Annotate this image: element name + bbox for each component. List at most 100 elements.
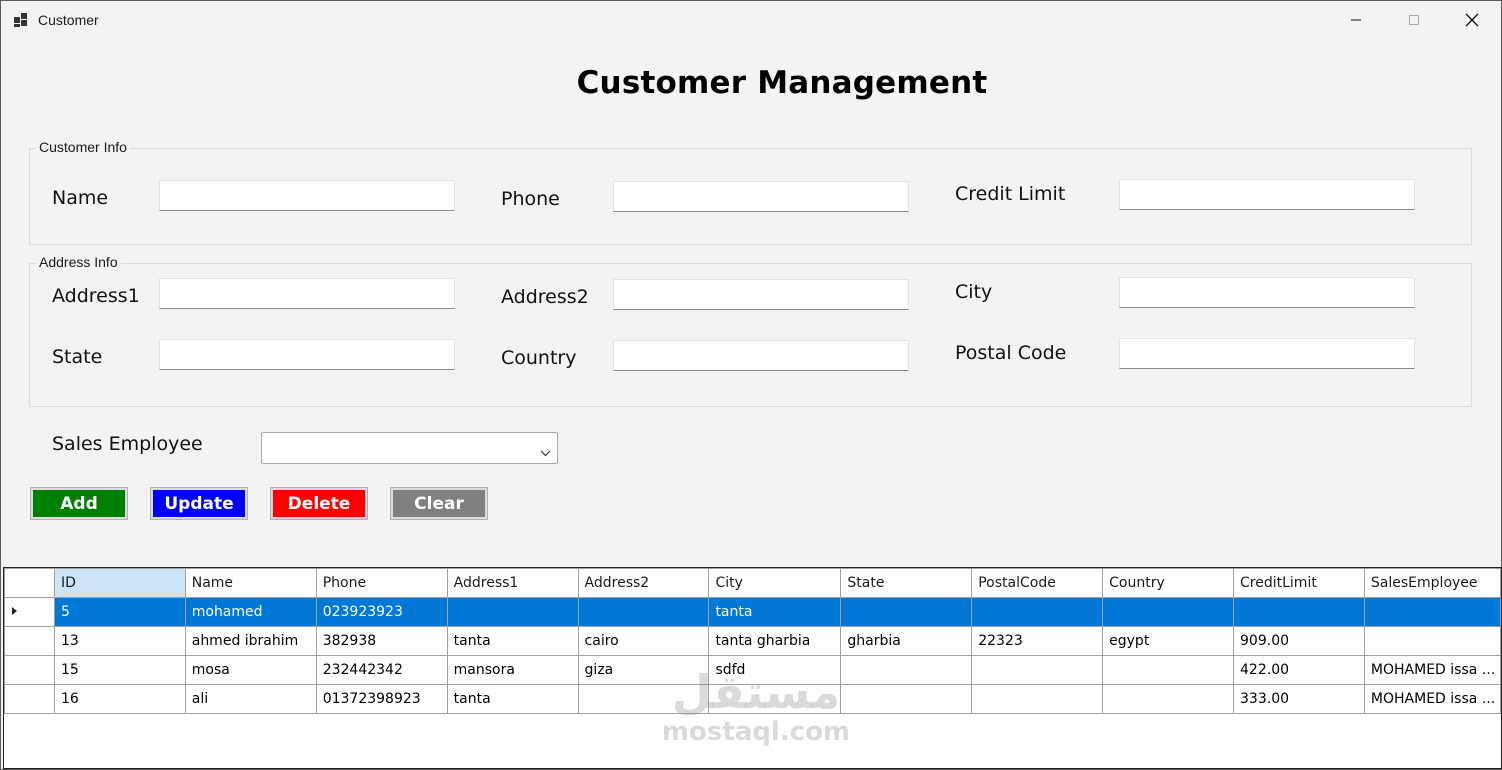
table-cell[interactable]: mansora [446,655,579,685]
table-cell[interactable] [1102,655,1235,685]
name-label: Name [52,187,109,209]
credit-limit-input[interactable] [1119,179,1415,210]
address1-input[interactable] [159,278,455,309]
address2-label: Address2 [501,286,589,308]
close-icon [1465,13,1479,27]
row-header[interactable] [4,655,55,685]
table-cell[interactable]: tanta gharbia [708,626,842,656]
table-cell[interactable]: ahmed ibrahim [184,626,317,656]
column-header[interactable]: Address2 [577,568,710,598]
close-button[interactable] [1443,1,1501,39]
row-header[interactable] [4,684,55,714]
table-cell[interactable] [971,597,1104,627]
table-cell[interactable] [971,684,1104,714]
table-cell[interactable]: tanta [446,626,579,656]
table-cell[interactable]: ali [184,684,317,714]
column-header[interactable]: City [708,568,842,598]
address-info-legend: Address Info [36,254,121,270]
minimize-icon [1351,19,1361,21]
table-cell[interactable] [1102,684,1235,714]
window-title: Customer [38,12,99,28]
table-row[interactable]: 16 ali 01372398923 tanta 333.00 MOHAMED issa … [4,684,1501,714]
table-cell[interactable]: 13 [53,626,186,656]
table-cell[interactable]: 422.00 [1233,655,1365,685]
credit-limit-label: Credit Limit [955,183,1066,205]
customer-window: Customer Customer Management Customer In… [0,0,1502,770]
chevron-down-icon[interactable] [540,444,551,462]
table-row[interactable]: 5 mohamed 023923923 tanta [4,597,1501,627]
table-cell[interactable]: tanta [446,684,579,714]
address2-input[interactable] [613,279,909,310]
column-header[interactable]: PostalCode [971,568,1104,598]
table-cell[interactable]: MOHAMED issa ... [1363,684,1501,714]
state-label: State [52,346,103,368]
table-cell[interactable]: 5 [53,597,186,627]
table-cell[interactable]: gharbia [840,626,973,656]
table-cell[interactable]: mosa [184,655,317,685]
table-cell[interactable] [840,655,973,685]
table-cell[interactable]: sdfd [708,655,842,685]
table-cell[interactable]: cairo [577,626,710,656]
column-header[interactable]: Name [184,568,317,598]
sales-employee-label: Sales Employee [52,433,203,455]
city-input[interactable] [1119,277,1415,308]
page-title: Customer Management [576,65,988,101]
clear-button[interactable]: Clear [390,487,488,520]
phone-input[interactable] [613,181,909,212]
customers-grid[interactable]: ID Name Phone Address1 Address2 City State Post… [3,567,1502,769]
sales-employee-select[interactable] [261,432,558,464]
postal-code-label: Postal Code [955,342,1067,364]
table-cell[interactable]: giza [577,655,710,685]
address1-label: Address1 [52,285,140,307]
delete-button[interactable]: Delete [270,487,368,520]
table-cell[interactable] [577,597,710,627]
column-header[interactable]: ID [53,568,186,598]
table-cell[interactable] [446,597,579,627]
table-cell[interactable]: 023923923 [315,597,448,627]
table-cell[interactable]: egypt [1102,626,1235,656]
table-cell[interactable]: 232442342 [315,655,448,685]
table-cell[interactable]: tanta [708,597,842,627]
table-cell[interactable]: 16 [53,684,186,714]
table-cell[interactable]: 382938 [315,626,448,656]
title-bar[interactable]: Customer [1,1,1501,39]
table-cell[interactable] [840,597,973,627]
table-cell[interactable] [1233,597,1365,627]
table-cell[interactable]: 01372398923 [315,684,448,714]
column-header[interactable]: Country [1102,568,1235,598]
country-label: Country [501,347,577,369]
postal-code-input[interactable] [1119,338,1415,369]
minimize-button[interactable] [1327,1,1385,39]
table-cell[interactable]: 909.00 [1233,626,1365,656]
row-header[interactable] [4,626,55,656]
maximize-icon [1409,15,1419,25]
table-cell[interactable] [577,684,710,714]
table-cell[interactable]: 333.00 [1233,684,1365,714]
table-cell[interactable] [840,684,973,714]
name-input[interactable] [159,180,455,211]
table-cell[interactable] [1363,597,1501,627]
column-header[interactable]: CreditLimit [1233,568,1365,598]
table-row[interactable]: 13 ahmed ibrahim 382938 tanta cairo tanta gha… [4,626,1501,656]
update-button[interactable]: Update [150,487,248,520]
column-header[interactable]: SalesEmployee [1363,568,1501,598]
table-cell[interactable] [1102,597,1235,627]
table-cell[interactable]: MOHAMED issa ... [1363,655,1501,685]
column-header[interactable]: State [840,568,973,598]
add-button[interactable]: Add [30,487,128,520]
column-header[interactable]: Address1 [446,568,579,598]
table-cell[interactable]: mohamed [184,597,317,627]
table-cell[interactable] [708,684,842,714]
country-input[interactable] [613,340,909,371]
table-cell[interactable]: 22323 [971,626,1104,656]
grid-corner-header[interactable] [4,568,55,598]
table-cell[interactable] [971,655,1104,685]
table-cell[interactable]: 15 [53,655,186,685]
row-header[interactable] [4,597,55,627]
table-cell[interactable] [1363,626,1501,656]
customer-info-legend: Customer Info [36,139,130,155]
table-row[interactable]: 15 mosa 232442342 mansora giza sdfd 422.00 MOHA… [4,655,1501,685]
state-input[interactable] [159,339,455,370]
column-header[interactable]: Phone [315,568,448,598]
maximize-button[interactable] [1385,1,1443,39]
